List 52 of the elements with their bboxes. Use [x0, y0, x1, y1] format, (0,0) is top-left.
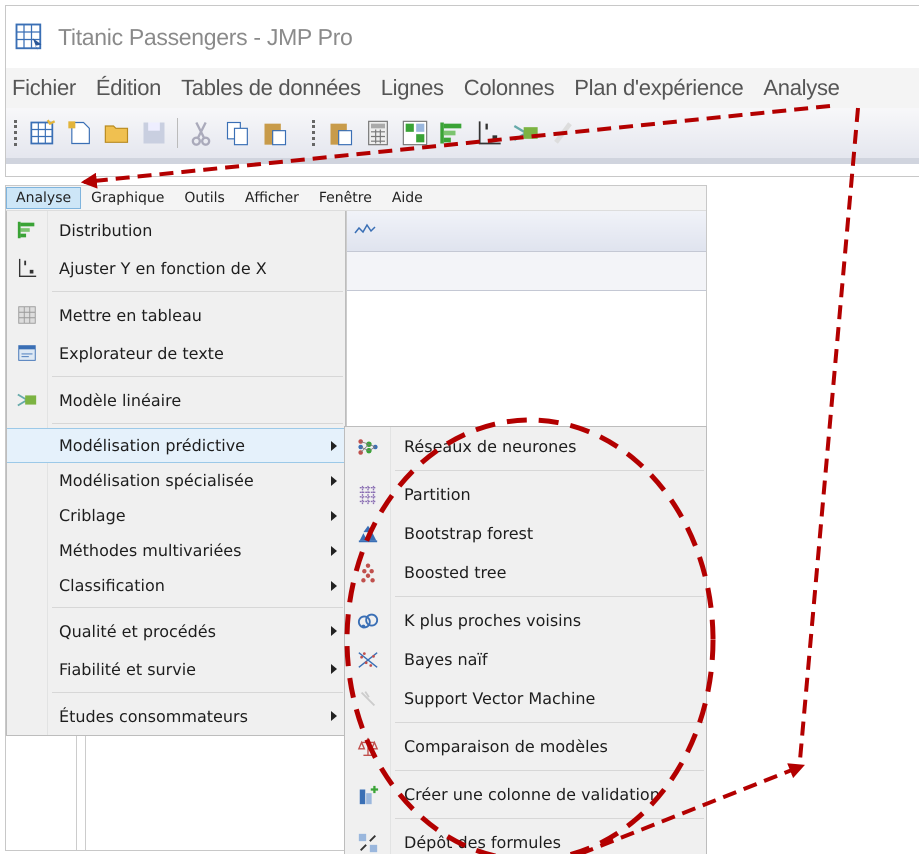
menu-item[interactable]: Fenêtre — [308, 187, 382, 209]
menu-item[interactable]: Graphique — [81, 187, 174, 209]
menu-option[interactable]: Explorateur de texte — [7, 334, 345, 372]
menu-option[interactable]: Modélisation spécialisée — [7, 463, 345, 498]
menu-item[interactable]: Fichier — [12, 75, 76, 101]
submenu-arrow-icon — [331, 580, 337, 590]
menu-option[interactable]: Criblage — [7, 498, 345, 533]
menu-option[interactable]: Boosted tree — [345, 553, 706, 592]
menu-option[interactable]: Modélisation prédictive — [7, 428, 345, 463]
submenu-arrow-icon — [331, 626, 337, 636]
menu-option[interactable]: Réseaux de neurones — [345, 427, 706, 466]
menu-option[interactable]: Qualité et procédés — [7, 612, 345, 650]
menu-item[interactable]: Édition — [96, 75, 162, 101]
menu-option[interactable]: Modèle linéaire — [7, 381, 345, 419]
menu-option[interactable]: Bootstrap forest — [345, 514, 706, 553]
squares-icon — [356, 832, 378, 854]
submenu-arrow-icon — [331, 440, 337, 450]
menu-option[interactable]: Comparaison de modèles — [345, 727, 706, 766]
menu-option[interactable]: Classification — [7, 568, 345, 603]
submenu-arrow-icon — [331, 510, 337, 520]
menu-option[interactable]: K plus proches voisins — [345, 601, 706, 640]
menu-option[interactable]: Méthodes multivariées — [7, 533, 345, 568]
menu-option[interactable]: Créer une colonne de validation — [345, 775, 706, 814]
axis-icon — [16, 257, 38, 279]
grid-icon[interactable] — [401, 119, 429, 147]
menu-option[interactable]: Support Vector Machine — [345, 679, 706, 718]
window-title: Titanic Passengers - JMP Pro — [58, 24, 353, 50]
menu-option[interactable]: Fiabilité et survie — [7, 650, 345, 688]
menu-option[interactable]: Mettre en tableau — [7, 296, 345, 334]
submenu-arrow-icon — [331, 664, 337, 674]
submenu-arrow-icon — [331, 476, 337, 486]
menu-item[interactable]: Analyse — [6, 187, 82, 209]
menu-option[interactable]: Distribution — [7, 211, 345, 249]
menu-option[interactable]: Partition — [345, 475, 706, 514]
table-icon — [14, 22, 44, 52]
menu-option[interactable]: Études consommateurs — [7, 697, 345, 735]
menu-item[interactable]: Colonnes — [464, 75, 554, 101]
scale-icon — [356, 736, 378, 758]
menu-item[interactable]: Afficher — [234, 187, 309, 209]
submenu-arrow-icon — [331, 711, 337, 721]
submenu-arrow-icon — [331, 546, 337, 556]
menu-item[interactable]: Lignes — [380, 75, 444, 101]
menu-item[interactable]: Plan d'expérience — [574, 75, 744, 101]
menu-item[interactable]: Outils — [174, 187, 235, 209]
table-icon — [16, 304, 38, 326]
menu-option[interactable]: Bayes naïf — [345, 640, 706, 679]
window-icon — [16, 342, 38, 364]
menu-option[interactable]: Ajuster Y en fonction de X — [7, 249, 345, 287]
menu-item[interactable]: Aide — [382, 187, 433, 209]
menu-item[interactable]: Tables de données — [181, 75, 361, 101]
menu-item[interactable]: Analyse — [763, 75, 840, 101]
table-icon[interactable] — [29, 119, 57, 147]
